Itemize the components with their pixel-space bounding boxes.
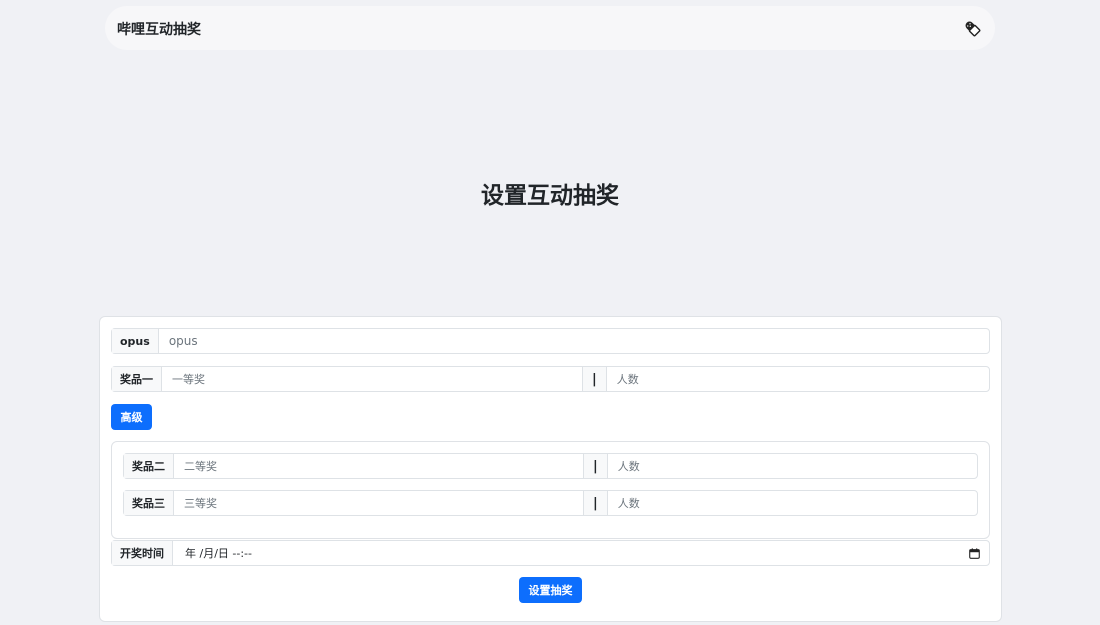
navbar: 哔哩互动抽奖 [105, 6, 995, 50]
brand-title[interactable]: 哔哩互动抽奖 [117, 19, 201, 39]
lottery-form-card: opus 奖品一 | 高级 奖品二 | 奖品三 | 开奖时间 年 /月/日 --… [99, 316, 1002, 622]
prize3-separator: | [583, 491, 608, 515]
prize2-separator: | [583, 454, 608, 478]
calendar-icon[interactable] [969, 541, 989, 565]
prize2-name-input[interactable] [174, 454, 583, 478]
prize2-label: 奖品二 [124, 454, 174, 478]
advanced-button[interactable]: 高级 [111, 404, 152, 430]
draw-time-label: 开奖时间 [112, 541, 173, 565]
prize1-separator: | [582, 367, 607, 391]
prize3-count-input[interactable] [607, 491, 977, 515]
prize2-input-group: 奖品二 | [123, 453, 978, 479]
opus-input-group: opus [111, 328, 990, 354]
page-title: 设置互动抽奖 [481, 183, 619, 209]
theme-toggle-icon[interactable] [963, 19, 981, 37]
draw-time-input-group: 开奖时间 年 /月/日 --:-- [111, 540, 990, 566]
prize3-label: 奖品三 [124, 491, 174, 515]
prize3-name-input[interactable] [174, 491, 583, 515]
advanced-section: 奖品二 | 奖品三 | [111, 441, 990, 539]
prize2-count-input[interactable] [607, 454, 977, 478]
prize1-input-group: 奖品一 | [111, 366, 990, 392]
draw-time-input[interactable]: 年 /月/日 --:-- [173, 541, 969, 565]
opus-label: opus [112, 329, 159, 353]
submit-lottery-button[interactable]: 设置抽奖 [519, 577, 582, 603]
prize3-input-group: 奖品三 | [123, 490, 978, 516]
prize1-count-input[interactable] [606, 367, 989, 391]
prize1-label: 奖品一 [112, 367, 162, 391]
opus-input[interactable] [158, 329, 989, 353]
prize1-name-input[interactable] [162, 367, 582, 391]
